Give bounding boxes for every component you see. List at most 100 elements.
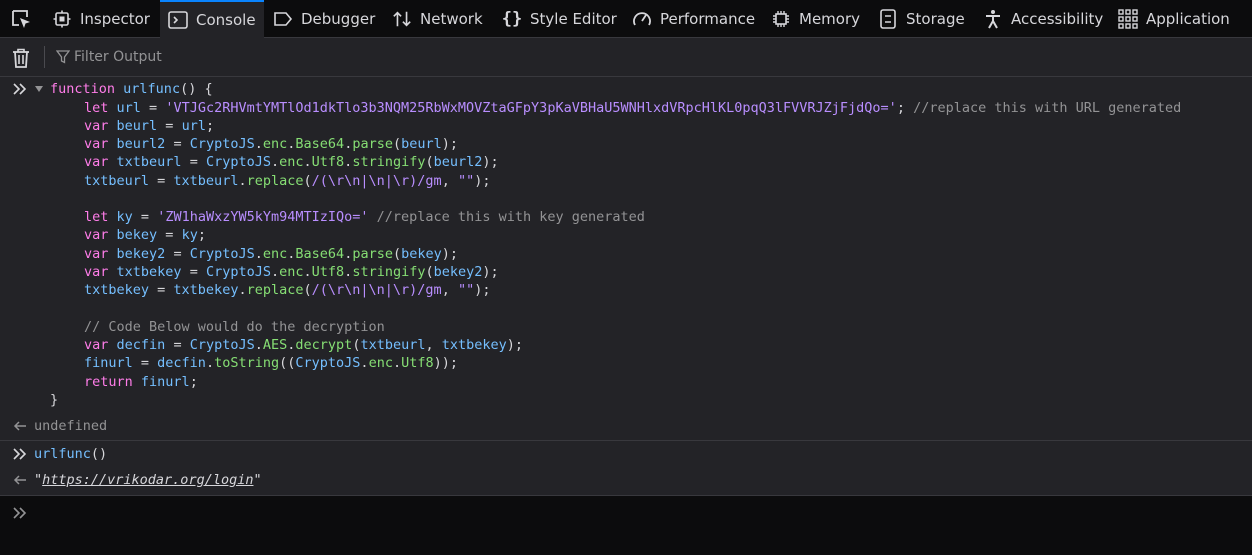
element-picker-button[interactable] bbox=[0, 0, 42, 38]
code-token: url bbox=[116, 100, 141, 116]
inspector-icon bbox=[52, 9, 72, 29]
code-token: replace bbox=[246, 173, 304, 189]
code-token: ; bbox=[896, 100, 914, 116]
code-token: enc bbox=[279, 154, 304, 170]
code-token: ; bbox=[205, 118, 215, 134]
code-token: bekey2 bbox=[116, 246, 166, 262]
code-token: ky bbox=[116, 209, 133, 225]
code-token: txtbeurl bbox=[360, 337, 426, 353]
code-line: function urlfunc() { bbox=[50, 80, 213, 98]
code-token: Utf8 bbox=[401, 355, 434, 371]
tab-label: Accessibility bbox=[1011, 10, 1104, 28]
code-token: decfin bbox=[116, 337, 166, 353]
code-token: decrypt bbox=[295, 337, 353, 353]
tab-label: Style Editor bbox=[530, 10, 617, 28]
result-arrow-icon bbox=[13, 475, 26, 485]
result-arrow-icon bbox=[13, 421, 26, 431]
code-token: ); bbox=[506, 337, 524, 353]
code-token: beurl2 bbox=[433, 154, 483, 170]
code-token: txtbeurl bbox=[116, 154, 182, 170]
tab-console[interactable]: Console bbox=[160, 0, 264, 38]
code-token: 'VTJGc2RHVmtYMTlOd1dkTlo3b3NQM25RbWxMOVZ… bbox=[165, 100, 897, 116]
code-token: , bbox=[441, 282, 458, 298]
code-token: let bbox=[84, 100, 109, 116]
expand-triangle-icon[interactable] bbox=[34, 84, 44, 94]
filter-output-input[interactable] bbox=[74, 47, 674, 67]
code-token: stringify bbox=[352, 264, 426, 280]
tab-debugger[interactable]: Debugger bbox=[273, 0, 375, 38]
code-token: ); bbox=[474, 173, 491, 189]
code-token: "" bbox=[457, 282, 475, 298]
code-token: = bbox=[157, 118, 182, 134]
code-token: bekey2 bbox=[433, 264, 483, 280]
code-token: = bbox=[181, 264, 206, 280]
code-line: finurl = decfin.toString((CryptoJS.enc.U… bbox=[84, 355, 458, 371]
tab-network[interactable]: Network bbox=[392, 0, 483, 38]
result-url-link[interactable]: https://vrikodar.org/login bbox=[42, 472, 253, 488]
code-token: ); bbox=[441, 246, 459, 262]
tab-label: Performance bbox=[660, 10, 756, 28]
code-token: )); bbox=[433, 355, 458, 371]
toolbar-divider bbox=[44, 46, 45, 68]
message-divider bbox=[0, 440, 1252, 441]
code-token: ); bbox=[482, 154, 499, 170]
code-token: var bbox=[84, 154, 109, 170]
code-token: toString bbox=[214, 355, 280, 371]
code-token: ; bbox=[189, 374, 198, 390]
code-token: txtbekey bbox=[116, 264, 182, 280]
code-token: var bbox=[84, 227, 109, 243]
tab-application[interactable]: Application bbox=[1118, 0, 1230, 38]
code-token: replace bbox=[246, 282, 304, 298]
code-token: bekey bbox=[401, 246, 442, 262]
tab-style-editor[interactable]: {} Style Editor bbox=[502, 0, 617, 38]
code-token: var bbox=[84, 118, 109, 134]
filter-icon bbox=[56, 50, 70, 64]
code-token: CryptoJS bbox=[295, 355, 361, 371]
clear-console-button[interactable] bbox=[10, 47, 32, 69]
performance-icon bbox=[632, 9, 652, 29]
input-command: urlfunc() bbox=[34, 445, 107, 463]
code-token: var bbox=[84, 337, 109, 353]
code-token: CryptoJS bbox=[189, 337, 255, 353]
code-token: // Code Below would do the decryption bbox=[84, 319, 385, 335]
tab-inspector[interactable]: Inspector bbox=[52, 0, 150, 38]
code-token: function bbox=[50, 81, 116, 97]
code-token: enc bbox=[279, 264, 304, 280]
code-token: CryptoJS bbox=[189, 136, 255, 152]
code-token: txtbekey bbox=[84, 282, 150, 298]
code-token: urlfunc bbox=[34, 446, 91, 462]
code-token: txtbeurl bbox=[84, 173, 150, 189]
code-token: finurl bbox=[84, 355, 133, 371]
tab-label: Console bbox=[196, 11, 256, 29]
code-line: let url = 'VTJGc2RHVmtYMTlOd1dkTlo3b3NQM… bbox=[84, 99, 1181, 117]
code-token: txtbekey bbox=[173, 282, 239, 298]
accessibility-icon bbox=[983, 9, 1003, 29]
code-token: CryptoJS bbox=[205, 154, 271, 170]
result-value: undefined bbox=[34, 418, 108, 434]
code-token: /(\r\n|\n|\r)/gm bbox=[311, 173, 442, 189]
tab-performance[interactable]: Performance bbox=[632, 0, 755, 38]
code-token: //replace this with key generated bbox=[376, 209, 645, 225]
network-icon bbox=[392, 9, 412, 29]
style-editor-icon: {} bbox=[501, 9, 523, 29]
code-line: let ky = 'ZW1haWxzYW5kYm94MTIzIQo=' //re… bbox=[84, 208, 645, 226]
console-icon bbox=[168, 10, 188, 30]
code-token: ky bbox=[181, 227, 198, 243]
tab-storage[interactable]: Storage bbox=[878, 0, 965, 38]
code-token: Utf8 bbox=[311, 154, 345, 170]
code-line: var txtbekey = CryptoJS.enc.Utf8.stringi… bbox=[84, 264, 499, 280]
tab-label: Debugger bbox=[301, 10, 376, 28]
code-token: = bbox=[181, 154, 206, 170]
tab-accessibility[interactable]: Accessibility bbox=[983, 0, 1103, 38]
code-token: /(\r\n|\n|\r)/gm bbox=[311, 282, 442, 298]
code-token: stringify bbox=[352, 154, 426, 170]
code-line: txtbeurl = txtbeurl.replace(/(\r\n|\n|\r… bbox=[84, 173, 491, 189]
prompt-chevron-icon bbox=[13, 448, 27, 460]
console-input-area[interactable] bbox=[0, 496, 1252, 555]
code-token: = bbox=[165, 246, 190, 262]
code-line: var bekey2 = CryptoJS.enc.Base64.parse(b… bbox=[84, 246, 459, 262]
code-token: () { bbox=[180, 81, 213, 97]
tab-label: Memory bbox=[799, 10, 861, 28]
tab-memory[interactable]: Memory bbox=[771, 0, 860, 38]
